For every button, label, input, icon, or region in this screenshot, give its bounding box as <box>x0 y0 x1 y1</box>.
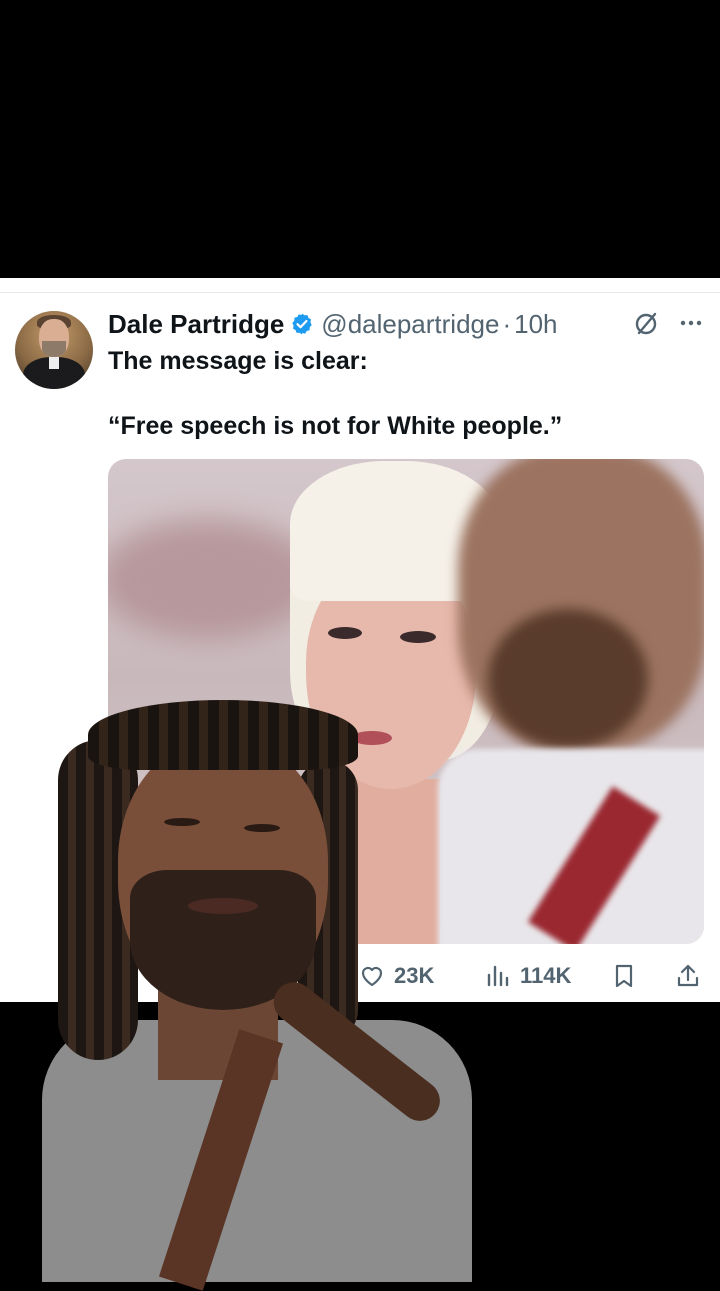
share-button[interactable] <box>674 958 710 994</box>
tweet-header: Dale Partridge @dalepartridge · 10h <box>108 306 558 342</box>
top-black-bar <box>0 0 720 278</box>
verified-badge-icon <box>292 313 312 335</box>
share-icon <box>677 964 699 987</box>
tweet-text-line1: The message is clear: <box>108 347 368 375</box>
author-handle[interactable]: @dalepartridge <box>321 309 499 340</box>
creator-video-overlay <box>38 700 474 1291</box>
tweet-text-line2: “Free speech is not for White people.” <box>108 412 563 440</box>
bookmark-icon <box>615 964 633 988</box>
divider <box>0 292 720 293</box>
grok-icon[interactable] <box>632 310 660 338</box>
separator-dot: · <box>502 308 512 339</box>
timestamp[interactable]: 10h <box>514 309 557 340</box>
avatar[interactable] <box>15 311 93 389</box>
author-name[interactable]: Dale Partridge <box>108 309 284 340</box>
views-icon <box>487 965 509 987</box>
more-icon[interactable] <box>676 308 706 338</box>
bookmark-button[interactable] <box>610 958 646 994</box>
views-count: 114K <box>520 963 572 988</box>
views-button[interactable]: 114K <box>484 958 571 994</box>
